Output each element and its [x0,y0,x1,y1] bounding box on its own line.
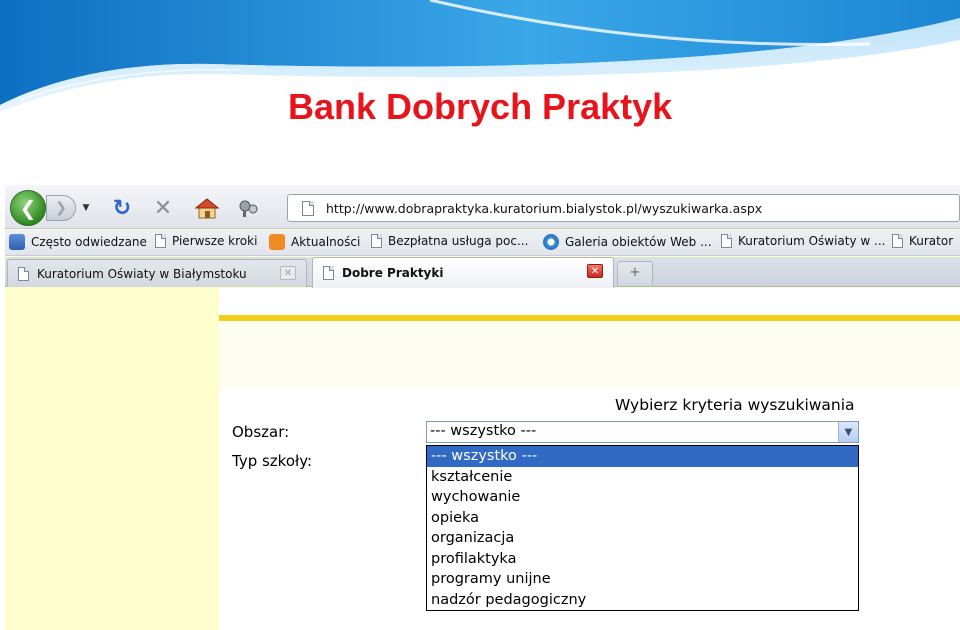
rss-icon [269,234,285,250]
page-icon [323,266,334,280]
smart-bookmark-icon [9,234,25,250]
option-profilaktyka[interactable]: profilaktyka [427,549,858,570]
slide-title: Bank Dobrych Praktyk [288,86,673,127]
option-ksztalcenie[interactable]: kształcenie [427,467,858,488]
obszar-select[interactable]: --- wszystko --- ▼ [426,421,859,443]
bookmarks-toolbar: Często odwiedzane Pierwsze kroki Aktualn… [5,230,960,256]
navigation-toolbar: ❮ ❯ ▼ ↻ ✕ http://www.dobrapraktyka.kurat… [5,185,960,229]
page-icon [371,234,382,248]
bookmark-aktualnosci[interactable]: Aktualności [269,234,360,250]
option-nadzor-pedagogiczny[interactable]: nadzór pedagogiczny [427,590,858,611]
bookmark-label: Często odwiedzane [31,235,147,249]
tools-button[interactable] [235,194,263,222]
search-panel: Wybierz kryteria wyszukiwania Obszar: Ty… [219,288,960,630]
obszar-label: Obszar: [232,423,290,441]
back-icon: ❮ [19,196,37,220]
page-icon [155,234,166,248]
page-icon [302,200,314,216]
forward-button[interactable]: ❯ [46,195,76,221]
history-dropdown-icon: ▼ [82,203,90,213]
bookmark-czesto-odwiedzane[interactable]: Często odwiedzane [9,234,147,250]
option-wychowanie[interactable]: wychowanie [427,487,858,508]
url-text: http://www.dobrapraktyka.kuratorium.bial… [326,200,763,216]
bookmark-label: Aktualności [291,235,361,249]
page-icon [892,234,903,248]
address-bar[interactable]: http://www.dobrapraktyka.kuratorium.bial… [287,194,960,222]
option-opieka[interactable]: opieka [427,508,858,529]
bookmark-label: Pierwsze kroki [172,234,258,248]
chevron-down-icon[interactable]: ▼ [838,422,858,442]
close-icon[interactable]: ✕ [587,264,603,278]
close-icon[interactable]: ✕ [280,266,296,280]
tab-dobre-praktyki[interactable]: Dobre Praktyki ✕ [312,257,614,288]
bookmark-label: Bezpłatna usługa poc... [388,234,529,248]
bookmark-galeria-obiektow[interactable]: Galeria obiektów Web ... [543,234,712,250]
bookmark-label: Galeria obiektów Web ... [565,235,712,249]
plus-icon: + [629,265,641,280]
browser-screenshot: ❮ ❯ ▼ ↻ ✕ http://www.dobrapraktyka.kurat… [5,185,960,630]
option-organizacja[interactable]: organizacja [427,528,858,549]
page-icon [721,234,732,248]
reload-button[interactable]: ↻ [109,195,135,221]
option-wszystko[interactable]: --- wszystko --- [427,446,858,467]
history-dropdown-button[interactable]: ▼ [79,199,93,217]
tab-bar: Kuratorium Oświaty w Białymstoku ✕ Dobre… [5,257,960,288]
ie-icon [543,234,559,250]
tab-label: Kuratorium Oświaty w Białymstoku [37,266,247,281]
page-left-margin [5,288,218,630]
tools-icon [239,200,258,217]
page-icon [18,266,29,281]
option-programy-unijne[interactable]: programy unijne [427,569,858,590]
reload-icon: ↻ [112,195,132,221]
bookmark-bezplatna-usluga[interactable]: Bezpłatna usługa poc... [371,234,528,248]
bookmark-kurator[interactable]: Kurator [892,234,953,248]
criteria-title: Wybierz kryteria wyszukiwania [615,396,855,414]
new-tab-button[interactable]: + [617,261,653,285]
bookmark-label: Kuratorium Oświaty w ... [738,234,886,248]
tab-label: Dobre Praktyki [342,266,444,280]
select-value: --- wszystko --- [430,423,537,439]
home-icon [195,198,219,219]
bookmark-kuratorium-oswiaty[interactable]: Kuratorium Oświaty w ... [721,234,885,248]
back-button[interactable]: ❮ [10,190,46,226]
search-form: Wybierz kryteria wyszukiwania Obszar: Ty… [219,389,960,630]
tab-kuratorium[interactable]: Kuratorium Oświaty w Białymstoku ✕ [7,259,307,287]
bookmark-pierwsze-kroki[interactable]: Pierwsze kroki [155,234,257,248]
stop-icon: ✕ [153,195,173,221]
forward-icon: ❯ [55,200,67,216]
obszar-options-list: --- wszystko --- kształcenie wychowanie … [426,445,859,611]
typ-szkoly-label: Typ szkoły: [232,452,313,470]
stop-button[interactable]: ✕ [150,195,176,221]
bookmark-label: Kurator [909,234,954,248]
panel-header-band [219,321,960,389]
home-button[interactable] [193,194,221,222]
